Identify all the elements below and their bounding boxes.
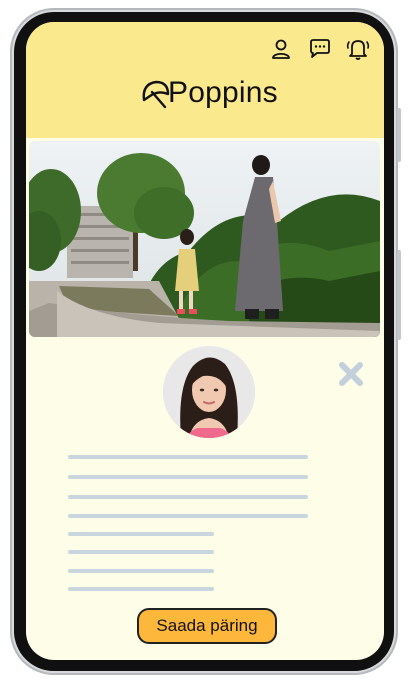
app-logo: Poppins bbox=[138, 70, 278, 110]
power-button bbox=[397, 108, 401, 162]
close-icon[interactable] bbox=[336, 359, 366, 389]
placeholder-line bbox=[68, 550, 214, 554]
logo-mark-icon bbox=[142, 80, 170, 109]
volume-button bbox=[397, 250, 401, 340]
placeholder-line bbox=[68, 455, 308, 459]
brand-name: Poppins bbox=[168, 76, 278, 109]
send-request-button[interactable]: Saada päring bbox=[137, 608, 277, 644]
placeholder-line bbox=[68, 514, 308, 518]
user-icon[interactable] bbox=[268, 36, 294, 62]
placeholder-line bbox=[68, 475, 308, 479]
profile-avatar bbox=[163, 346, 255, 438]
placeholder-line bbox=[68, 569, 214, 573]
placeholder-line bbox=[68, 495, 308, 499]
hero-photo bbox=[29, 141, 380, 337]
app-screen: Poppins Saada päring bbox=[26, 22, 384, 660]
chat-icon[interactable] bbox=[307, 36, 333, 62]
placeholder-line bbox=[68, 587, 214, 591]
bell-icon[interactable] bbox=[345, 36, 371, 62]
app-header: Poppins bbox=[26, 22, 384, 138]
placeholder-line bbox=[68, 532, 214, 536]
